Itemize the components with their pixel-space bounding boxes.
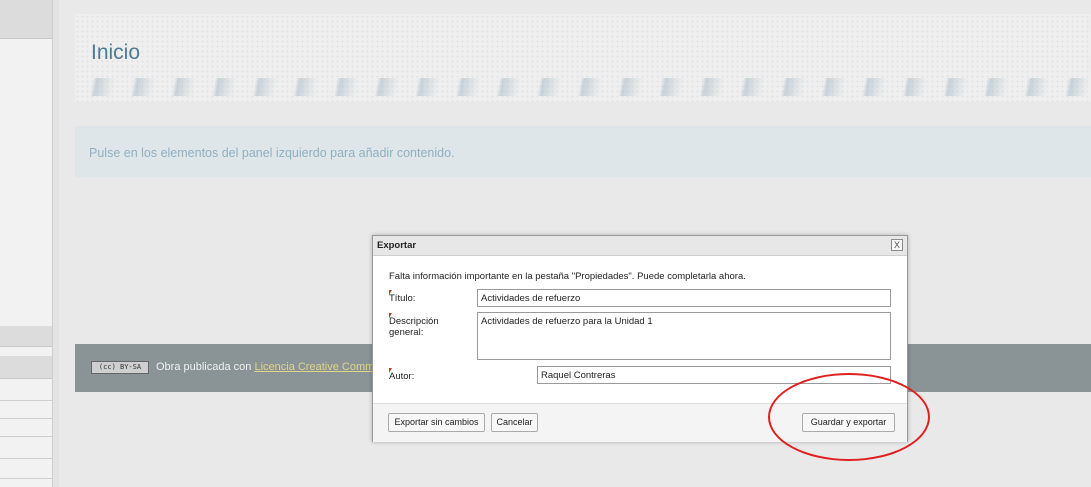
sidebar-divider: [0, 478, 52, 479]
header-decoration: [75, 78, 1091, 96]
sidebar-panel-strip: [0, 326, 52, 347]
sidebar-divider: [0, 458, 52, 459]
page-title: Inicio: [91, 41, 141, 64]
info-message: Pulse en los elementos del panel izquier…: [89, 146, 455, 160]
license-text: Obra publicada con Licencia Creative Com…: [156, 361, 375, 373]
sidebar-resize-handle[interactable]: [52, 0, 59, 487]
cancel-button[interactable]: Cancelar: [491, 413, 538, 432]
descripcion-label: Descripción general:: [389, 313, 469, 338]
cc-license-badge: (cc) BY-SA: [91, 361, 149, 374]
titulo-label: Título:: [389, 290, 416, 304]
autor-label: Autor:: [389, 368, 415, 382]
page-header: Inicio: [75, 14, 1091, 102]
license-link[interactable]: Licencia Creative Comm: [254, 361, 374, 373]
descripcion-field[interactable]: Actividades de refuerzo para la Unidad 1: [477, 312, 891, 360]
highlight-circle: [768, 373, 930, 461]
close-icon[interactable]: X: [891, 239, 903, 251]
sidebar-divider: [0, 400, 52, 401]
sidebar-divider: [0, 418, 52, 419]
titulo-field[interactable]: Actividades de refuerzo: [477, 289, 891, 307]
info-message-box: Pulse en los elementos del panel izquier…: [75, 126, 1091, 177]
export-without-changes-button[interactable]: Exportar sin cambios: [388, 413, 485, 432]
dialog-titlebar[interactable]: Exportar X: [373, 236, 907, 256]
sidebar-divider: [0, 436, 52, 437]
left-sidebar: [0, 0, 59, 487]
dialog-title: Exportar: [377, 240, 417, 251]
sidebar-header-strip: [0, 0, 52, 39]
sidebar-panel-strip: [0, 356, 52, 379]
dialog-message: Falta información importante en la pesta…: [389, 271, 746, 282]
